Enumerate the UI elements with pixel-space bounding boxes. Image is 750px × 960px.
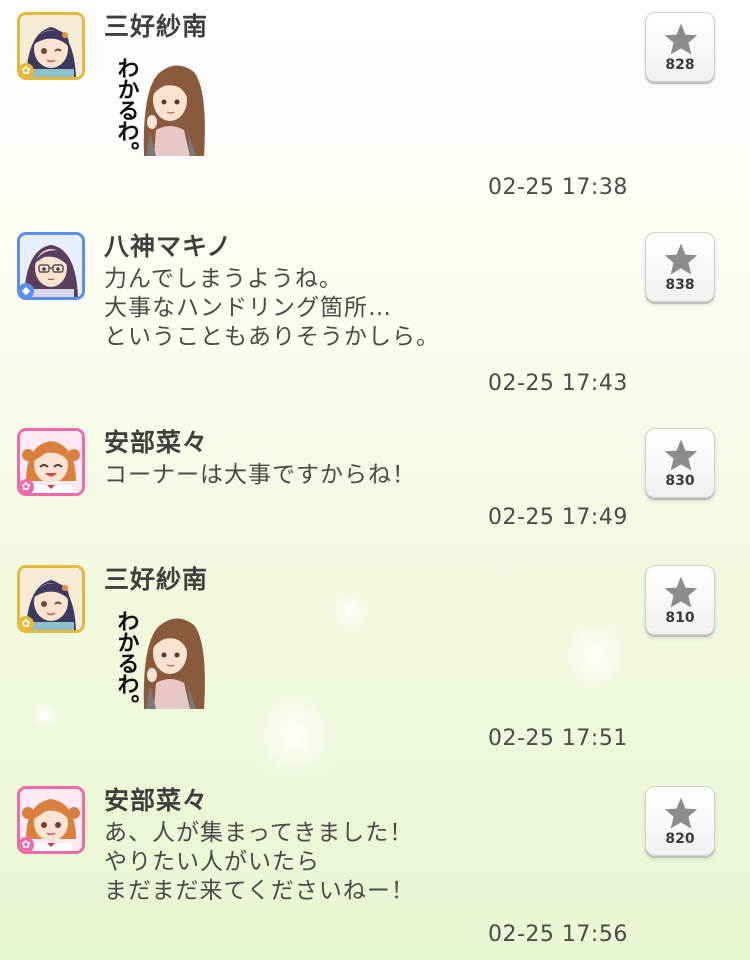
- stamp-image[interactable]: わかるわ。: [104, 605, 208, 715]
- star-icon: [664, 23, 698, 55]
- sender-name: 安部菜々: [104, 786, 209, 815]
- avatar[interactable]: ✿: [17, 565, 85, 633]
- background-sparkle: [30, 700, 60, 730]
- star-icon: [664, 576, 698, 608]
- sender-name: 安部菜々: [104, 428, 209, 457]
- sender-name: 三好紗南: [104, 565, 209, 594]
- stamp-text: わかるわ。: [114, 610, 140, 709]
- timestamp: 02-25 17:51: [488, 726, 628, 751]
- avatar[interactable]: ✿: [17, 786, 85, 854]
- like-button[interactable]: 820: [645, 786, 715, 856]
- star-icon: [664, 243, 698, 275]
- sender-name: 三好紗南: [104, 12, 209, 41]
- timestamp: 02-25 17:38: [488, 175, 628, 200]
- like-count: 838: [665, 277, 695, 293]
- background-sparkle: [250, 690, 340, 780]
- timestamp: 02-25 17:49: [488, 505, 628, 530]
- message-text: あ、人が集まってきました！ やりたい人がいたら まだまだ来てくださいねー！: [104, 820, 415, 904]
- cool-attribute-icon: ◆: [20, 283, 34, 297]
- passion-attribute-icon: ✿: [20, 63, 34, 77]
- message-text: コーナーは大事ですからね！: [104, 462, 416, 488]
- background-sparkle: [330, 590, 370, 630]
- like-count: 828: [665, 57, 695, 73]
- passion-attribute-icon: ✿: [20, 616, 34, 630]
- like-button[interactable]: 830: [645, 428, 715, 498]
- sender-name: 八神マキノ: [104, 232, 233, 261]
- like-button[interactable]: 810: [645, 565, 715, 635]
- timestamp: 02-25 17:43: [488, 371, 628, 396]
- stamp-image[interactable]: わかるわ。: [104, 52, 208, 162]
- cute-attribute-icon: ✿: [20, 479, 34, 493]
- star-icon: [664, 797, 698, 829]
- avatar[interactable]: ✿: [17, 428, 85, 496]
- like-count: 810: [665, 610, 695, 626]
- stamp-text: わかるわ。: [114, 57, 140, 156]
- message-text: 力んでしまうようね。 大事なハンドリング箇所… ということもありそうかしら。: [104, 266, 440, 350]
- star-icon: [664, 439, 698, 471]
- timestamp: 02-25 17:56: [488, 922, 628, 947]
- like-button[interactable]: 838: [645, 232, 715, 302]
- cute-attribute-icon: ✿: [20, 837, 34, 851]
- background-sparkle: [560, 620, 630, 690]
- like-count: 830: [665, 473, 695, 489]
- avatar[interactable]: ◆: [17, 232, 85, 300]
- like-count: 820: [665, 831, 695, 847]
- avatar[interactable]: ✿: [17, 12, 85, 80]
- like-button[interactable]: 828: [645, 12, 715, 82]
